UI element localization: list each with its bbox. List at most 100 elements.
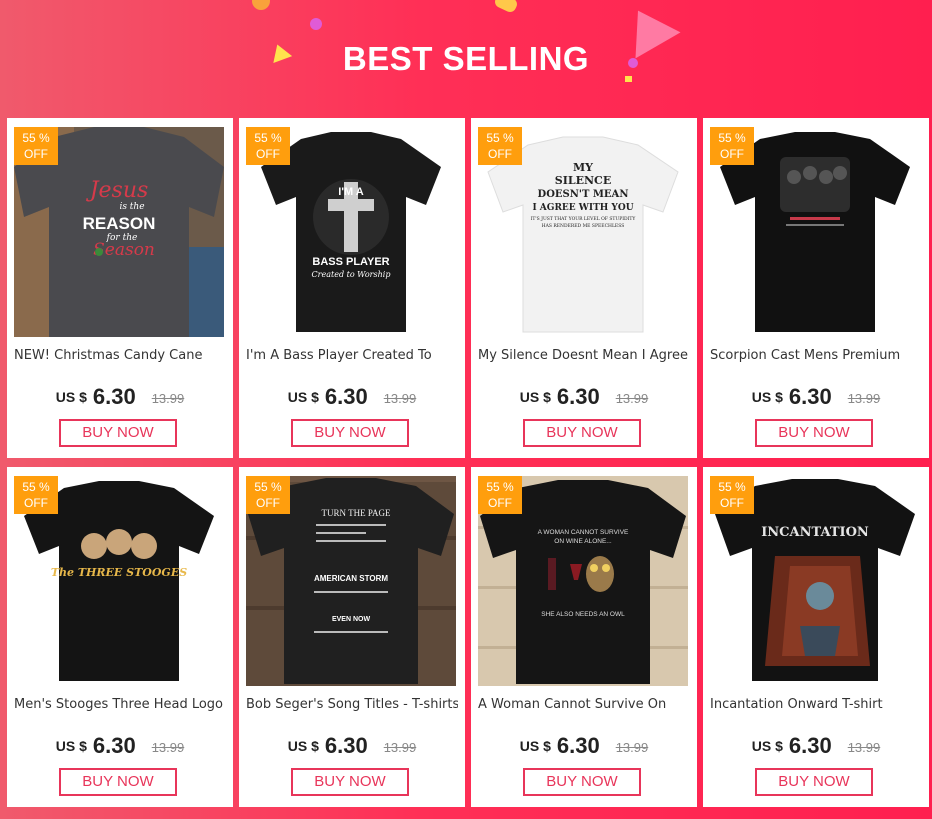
buy-now-button[interactable]: BUY NOW [755,768,873,796]
discount-badge: 55 % OFF [246,476,290,514]
buy-now-button[interactable]: BUY NOW [59,768,177,796]
currency: US $ [55,738,87,754]
discount-percent: 55 % [22,131,50,145]
price-row: US $ 6.30 13.99 [703,384,929,410]
original-price: 13.99 [151,740,185,755]
product-card[interactable]: A WOMAN CANNOT SURVIVE ON WINE ALONE... … [471,467,697,807]
art-text: I'M A [338,186,363,198]
currency: US $ [751,738,783,754]
sale-price: 6.30 [324,384,368,409]
art-text: DOESN'T MEAN [538,189,629,200]
price-row: US $ 6.30 13.99 [471,733,697,759]
sale-price: 6.30 [788,384,832,409]
price-row: US $ 6.30 13.99 [7,384,233,410]
art-text: is the [119,202,144,212]
discount-off: OFF [256,496,280,510]
price-row: US $ 6.30 13.99 [239,733,465,759]
art-text: INCANTATION [761,525,869,540]
discount-badge: 55 % OFF [14,476,58,514]
art-text: MY [573,161,593,174]
discount-off: OFF [488,496,512,510]
original-price: 13.99 [847,391,881,406]
art-text: IT'S JUST THAT YOUR LEVEL OF STUPIDITY [531,216,637,222]
product-card[interactable]: Jesus is the REASON for the Season 55 % … [7,118,233,458]
sale-price: 6.30 [556,384,600,409]
discount-badge: 55 % OFF [710,476,754,514]
currency: US $ [519,389,551,405]
discount-percent: 55 % [718,480,746,494]
art-text: The THREE STOOGES [51,566,187,579]
product-name[interactable]: I'm A Bass Player Created To [246,348,458,363]
discount-percent: 55 % [254,131,282,145]
product-name[interactable]: A Woman Cannot Survive On [478,697,690,712]
product-card[interactable]: The THREE STOOGES 55 % OFF Men's Stooges… [7,467,233,807]
original-price: 13.99 [383,740,417,755]
buy-now-button[interactable]: BUY NOW [59,419,177,447]
product-card[interactable]: INCANTATION 55 % OFF Incantation Onward … [703,467,929,807]
confetti-dot [493,0,519,14]
price-row: US $ 6.30 13.99 [239,384,465,410]
product-name[interactable]: Scorpion Cast Mens Premium [710,348,922,363]
price-row: US $ 6.30 13.99 [7,733,233,759]
art-text: SHE ALSO NEEDS AN OWL [541,611,625,618]
discount-badge: 55 % OFF [14,127,58,165]
discount-percent: 55 % [486,480,514,494]
price-row: US $ 6.30 13.99 [471,384,697,410]
product-name[interactable]: Men's Stooges Three Head Logo [14,697,226,712]
original-price: 13.99 [615,391,649,406]
confetti-dot [252,0,270,10]
original-price: 13.99 [151,391,185,406]
discount-badge: 55 % OFF [246,127,290,165]
product-name[interactable]: NEW! Christmas Candy Cane [14,348,226,363]
art-text: REASON [83,214,156,233]
currency: US $ [751,389,783,405]
discount-off: OFF [24,147,48,161]
discount-off: OFF [256,147,280,161]
buy-now-button[interactable]: BUY NOW [291,419,409,447]
discount-percent: 55 % [718,131,746,145]
product-card[interactable]: TURN THE PAGE AMERICAN STORM EVEN NOW 55… [239,467,465,807]
art-text: SILENCE [555,174,611,187]
original-price: 13.99 [615,740,649,755]
discount-badge: 55 % OFF [478,476,522,514]
art-text: Jesus [86,178,149,203]
discount-percent: 55 % [254,480,282,494]
art-text: Created to Worship [312,270,391,279]
art-text: BASS PLAYER [312,256,389,268]
original-price: 13.99 [383,391,417,406]
art-text: I AGREE WITH YOU [532,203,633,213]
discount-badge: 55 % OFF [710,127,754,165]
discount-off: OFF [720,147,744,161]
discount-off: OFF [24,496,48,510]
currency: US $ [287,738,319,754]
discount-off: OFF [488,147,512,161]
product-card[interactable]: MY SILENCE DOESN'T MEAN I AGREE WITH YOU… [471,118,697,458]
sale-price: 6.30 [324,733,368,758]
art-text: A WOMAN CANNOT SURVIVE [538,529,629,536]
sale-price: 6.30 [92,384,136,409]
discount-badge: 55 % OFF [478,127,522,165]
discount-percent: 55 % [486,131,514,145]
product-card[interactable]: I'M A BASS PLAYER Created to Worship 55 … [239,118,465,458]
art-text: TURN THE PAGE [321,508,391,518]
product-name[interactable]: Incantation Onward T-shirt [710,697,922,712]
sale-price: 6.30 [92,733,136,758]
sale-price: 6.30 [788,733,832,758]
buy-now-button[interactable]: BUY NOW [523,768,641,796]
original-price: 13.99 [847,740,881,755]
price-row: US $ 6.30 13.99 [703,733,929,759]
buy-now-button[interactable]: BUY NOW [755,419,873,447]
buy-now-button[interactable]: BUY NOW [523,419,641,447]
product-name[interactable]: My Silence Doesnt Mean I Agree [478,348,690,363]
art-text: EVEN NOW [332,616,371,623]
art-text: ON WINE ALONE... [554,538,612,545]
product-name[interactable]: Bob Seger's Song Titles - T-shirts [246,697,458,712]
buy-now-button[interactable]: BUY NOW [291,768,409,796]
currency: US $ [519,738,551,754]
discount-percent: 55 % [22,480,50,494]
currency: US $ [55,389,87,405]
product-card[interactable]: 55 % OFF Scorpion Cast Mens Premium US $… [703,118,929,458]
banner-title: BEST SELLING [342,40,590,77]
art-text: AMERICAN STORM [314,574,388,583]
confetti-dot [310,18,322,30]
